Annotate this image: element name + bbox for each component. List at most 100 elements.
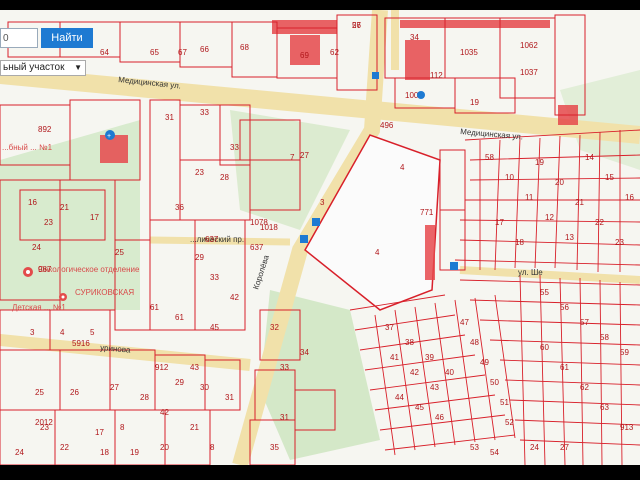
parcel-number: 38: [405, 338, 414, 347]
street-label: Королёва: [251, 253, 271, 290]
parcel-number: 34: [410, 33, 419, 42]
parcel-number: 36: [175, 203, 184, 212]
parcel-number: 28: [140, 393, 149, 402]
parcel-number: 14: [585, 153, 594, 162]
parcel-number: 21: [190, 423, 199, 432]
parcel-number: 31: [280, 413, 289, 422]
parcel-number: 913: [620, 423, 634, 432]
parcel-number: 44: [395, 393, 404, 402]
parcel-number: 43: [190, 363, 199, 372]
pin-icon[interactable]: [417, 91, 425, 99]
parcel-number: 37: [385, 323, 394, 332]
parcel-number: 21: [60, 203, 69, 212]
bus-stop-icon[interactable]: [300, 235, 308, 243]
parcel-number: 22: [60, 443, 69, 452]
parcel-number: 3: [30, 328, 35, 337]
parcel-number: 56: [560, 303, 569, 312]
svg-text:+: +: [107, 133, 111, 140]
parcel-number: 62: [580, 383, 589, 392]
parcel-number: 27: [300, 151, 309, 160]
bus-stop-icon[interactable]: [372, 72, 379, 79]
road-she: [459, 266, 640, 284]
parcel-number: 29: [195, 253, 204, 262]
parcel-number: 8: [210, 443, 215, 452]
parcel-number: 50: [490, 378, 499, 387]
parcel-number: 58: [600, 333, 609, 342]
parcel-number: 23: [195, 168, 204, 177]
parcel-number: 33: [210, 273, 219, 282]
cadastral-map[interactable]: Медицинская ул. Медицинская ул. уринова …: [0, 10, 640, 465]
find-button[interactable]: Найти: [41, 28, 93, 48]
parcel-number: 26: [70, 388, 79, 397]
parcel-number: 20: [160, 443, 169, 452]
parcel-number: 24: [530, 443, 539, 452]
hospital-icon[interactable]: +: [105, 130, 115, 140]
parcel-number: 31: [225, 393, 234, 402]
parcel-number: 22: [595, 218, 604, 227]
parcel-number: 53: [470, 443, 479, 452]
parcel-number: 42: [410, 368, 419, 377]
parcel-number: 61: [150, 303, 159, 312]
parcel-number: 49: [480, 358, 489, 367]
parcel-number: 33: [200, 108, 209, 117]
parcel-number: 34: [300, 348, 309, 357]
parcel-number: 4: [400, 163, 405, 172]
parcel-number: 17: [495, 218, 504, 227]
parcel-number: 15: [605, 173, 614, 182]
parcel-number: 771: [420, 208, 434, 217]
parcel-number: 51: [500, 398, 509, 407]
parcel-number: 19: [130, 448, 139, 457]
parcel-number: 32: [270, 323, 279, 332]
parcel-number: 19: [535, 158, 544, 167]
parcel-number: 54: [490, 448, 499, 457]
parcel-number: 33: [280, 363, 289, 372]
map-viewport[interactable]: Медицинская ул. Медицинская ул. уринова …: [0, 10, 640, 465]
parcel-number: 61: [175, 313, 184, 322]
parcel-number: 12: [545, 213, 554, 222]
parcel-number: 25: [35, 388, 44, 397]
parcel-number: 1062: [520, 41, 538, 50]
parcel-number: 45: [210, 323, 219, 332]
parcel-number: 496: [380, 121, 394, 130]
parcel-number: 100: [405, 91, 419, 100]
place-label: СУРИКОВСКАЯ: [75, 288, 134, 297]
place-label: Онкологическое отделение: [38, 265, 140, 274]
parcel-number: 912: [155, 363, 169, 372]
parcel-number: 48: [470, 338, 479, 347]
pin-icon[interactable]: [59, 293, 67, 301]
parcel-number: 55: [540, 288, 549, 297]
parcel-number: 64: [100, 48, 109, 57]
parcel-number: 5: [90, 328, 95, 337]
bus-stop-icon[interactable]: [450, 262, 458, 270]
parcel-type-select[interactable]: ьный участок ▼: [0, 60, 86, 76]
parcel-number: 45: [415, 403, 424, 412]
search-input[interactable]: [0, 28, 38, 48]
parcel-number: 23: [44, 218, 53, 227]
parcel-number: 10: [505, 173, 514, 182]
parcel-number: 66: [200, 45, 209, 54]
parcel-number: 2012: [35, 418, 53, 427]
parcel-number: 4: [60, 328, 65, 337]
place-label: Детская ... №1: [12, 303, 66, 312]
parcel-number: 16: [28, 198, 37, 207]
parcel-number: 17: [90, 213, 99, 222]
parcel-number: 7: [290, 153, 295, 162]
parcel-number: 46: [435, 413, 444, 422]
parcel-number: 39: [425, 353, 434, 362]
parcel-number: 4: [375, 248, 380, 257]
parcel-number: 24: [15, 448, 24, 457]
parcel-number: 25: [115, 248, 124, 257]
place-label: ...бный ... №1: [2, 143, 53, 152]
pin-icon[interactable]: [23, 267, 33, 277]
parcel-number: 58: [485, 153, 494, 162]
parcel-number: 26: [352, 21, 361, 30]
parcel-number: 3: [320, 198, 325, 207]
parcel-number: 47: [460, 318, 469, 327]
parcel-number: 637: [250, 243, 264, 252]
parcel-number: 23: [615, 238, 624, 247]
parcel-number: 61: [560, 363, 569, 372]
chevron-down-icon: ▼: [74, 63, 82, 72]
parcel-number: 21: [575, 198, 584, 207]
parcel-number: 892: [38, 125, 52, 134]
bus-stop-icon[interactable]: [312, 218, 320, 226]
